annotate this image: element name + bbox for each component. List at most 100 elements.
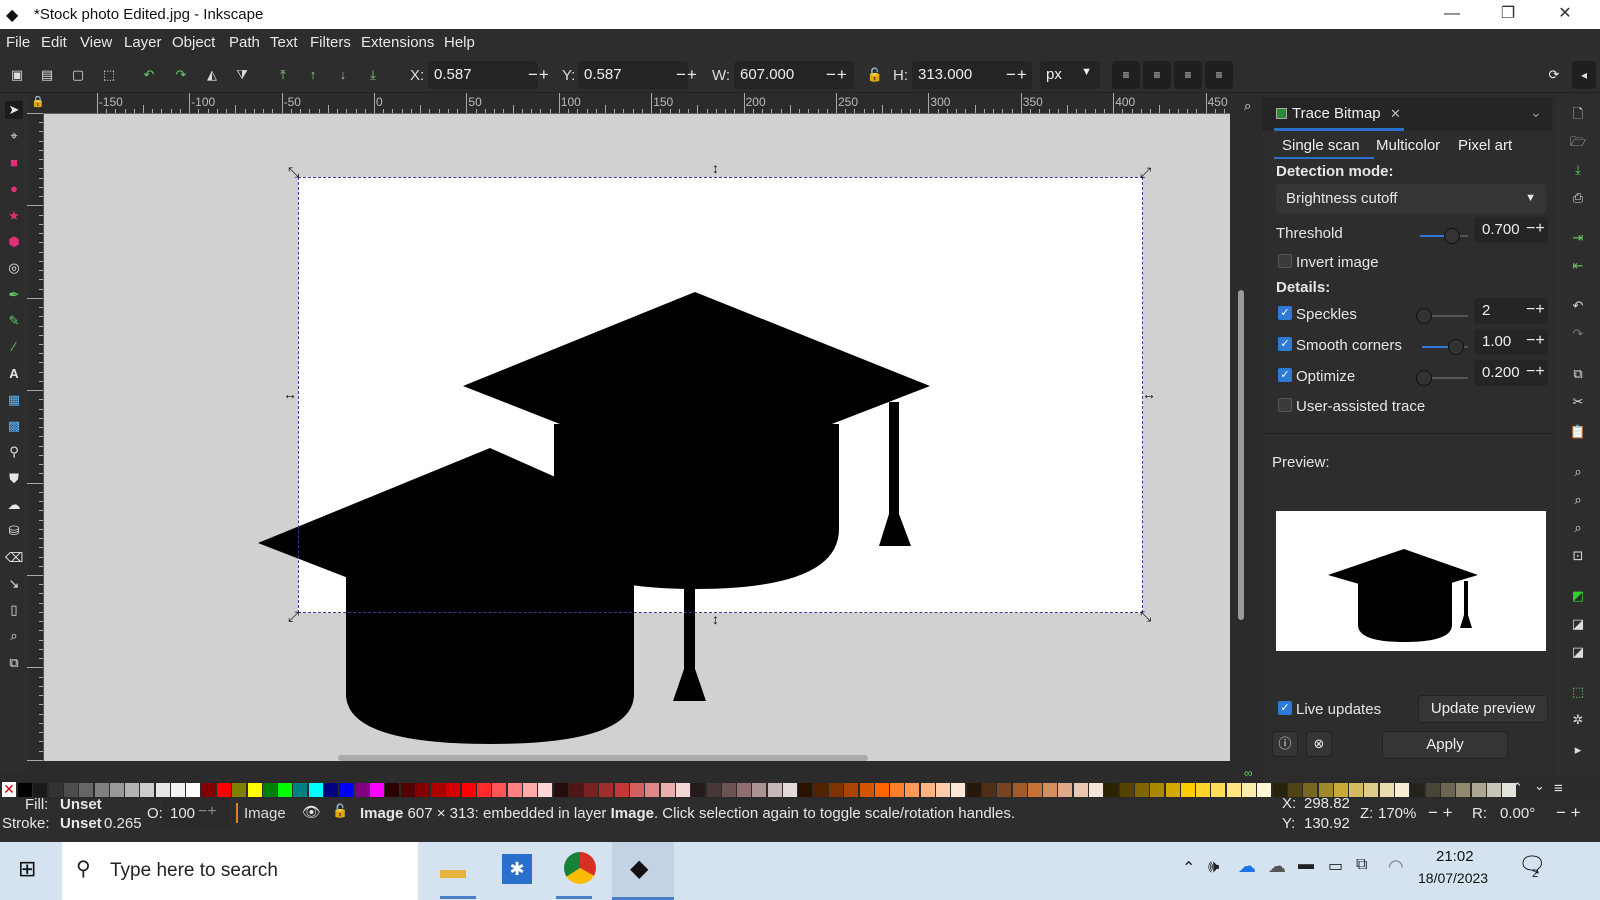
color-swatch[interactable] [293,783,308,797]
zoom-tool-icon[interactable]: ⌕ [5,627,23,645]
snap-toggle-icon[interactable]: ⟳ [1545,66,1563,84]
restore-button[interactable]: ❐ [1480,0,1536,29]
horizontal-scrollbar[interactable] [338,755,868,761]
opacity-input[interactable]: 100 −+ [162,799,230,829]
lower-icon[interactable]: ↓ [334,66,352,84]
raise-icon[interactable]: ↑ [304,66,322,84]
threshold-input[interactable]: 0.700 −+ [1474,217,1548,243]
smooth-corners-checkbox[interactable]: ✓ [1278,337,1292,351]
color-swatch[interactable] [94,783,109,797]
transform-patterns-button[interactable]: ≡ [1205,61,1233,89]
clock-date[interactable]: 18/07/2023 [1418,870,1488,886]
color-swatch[interactable] [171,783,185,797]
color-swatch[interactable] [400,783,415,797]
more-commands-icon[interactable]: ▸ [1569,741,1587,759]
color-swatch[interactable] [752,783,767,797]
color-manage-icon[interactable]: ∞ [1244,766,1253,780]
color-swatch[interactable] [1165,783,1180,797]
chevron-down-icon[interactable]: ⌄ [1530,104,1542,121]
menu-edit[interactable]: Edit [41,34,67,51]
color-swatch[interactable] [369,783,384,797]
lock-guides-icon[interactable]: 🔒 [28,93,45,113]
transform-gradients-button[interactable]: ≡ [1174,61,1202,89]
onedrive-personal-icon[interactable]: ☁ [1268,856,1286,877]
color-swatch[interactable] [18,783,32,797]
new-document-icon[interactable]: 🗋 [1569,105,1587,123]
color-swatch[interactable] [691,783,706,797]
speckles-checkbox[interactable]: ✓ [1278,306,1292,320]
color-swatch[interactable] [109,783,124,797]
color-swatch[interactable] [798,783,813,797]
color-swatch[interactable] [828,783,843,797]
color-swatch[interactable] [125,783,140,797]
color-swatch[interactable] [324,783,338,797]
slack-icon[interactable]: ✱ [502,854,532,884]
group-icon[interactable]: ⬚ [1569,683,1587,701]
color-swatch[interactable] [1242,783,1256,797]
threshold-stepper[interactable]: −+ [1526,220,1545,238]
rectangle-tool-icon[interactable]: ■ [5,154,23,172]
vertical-scrollbar[interactable] [1238,290,1244,620]
color-swatch[interactable] [216,783,231,797]
x-stepper[interactable]: −+ [528,65,550,85]
color-swatch[interactable] [645,783,660,797]
invert-image-checkbox[interactable] [1278,254,1292,268]
deselect-icon[interactable]: ▢ [69,66,87,84]
color-swatch[interactable] [675,783,690,797]
color-swatch[interactable] [599,783,614,797]
stroke-value[interactable]: Unset [60,815,102,832]
color-swatch[interactable] [1226,783,1241,797]
color-swatch[interactable] [477,783,491,797]
windows-start-icon[interactable]: ⊞ [18,856,36,882]
scale-handle-top-left[interactable]: ⤡ [288,164,299,181]
color-swatch[interactable] [1196,783,1211,797]
color-swatch[interactable] [308,783,323,797]
color-swatch[interactable] [630,783,644,797]
color-swatch[interactable] [201,783,216,797]
user-assisted-trace-checkbox[interactable] [1278,398,1292,412]
menu-view[interactable]: View [80,34,112,51]
node-tool-icon[interactable]: ⌖ [5,127,23,145]
color-swatch[interactable] [232,783,247,797]
tab-multicolor[interactable]: Multicolor [1376,137,1440,154]
color-swatch[interactable] [1379,783,1394,797]
mesh-tool-icon[interactable]: ▩ [5,417,23,435]
palette-scroll-down-icon[interactable]: ⌄ [1534,778,1545,794]
measure-tool-icon[interactable]: ⧉ [5,654,23,672]
threshold-slider-knob[interactable] [1444,228,1460,244]
export-icon[interactable]: ⇤ [1569,257,1587,275]
star-tool-icon[interactable]: ★ [5,207,23,225]
print-icon[interactable]: ⎙ [1569,189,1587,207]
unit-select[interactable]: px ▼ [1040,61,1100,89]
zoom-center-icon[interactable]: ⊡ [1569,547,1587,565]
connector-tool-icon[interactable]: ↘ [5,575,23,593]
color-swatch[interactable] [813,783,828,797]
color-swatch[interactable] [1058,783,1073,797]
color-swatch[interactable] [492,783,507,797]
menu-file[interactable]: File [6,34,30,51]
pages-tool-icon[interactable]: ▯ [5,601,23,619]
color-swatch[interactable] [859,783,874,797]
spray-tool-icon[interactable]: ⛁ [5,522,23,540]
undo-icon[interactable]: ↶ [1569,297,1587,315]
color-swatch[interactable] [1089,783,1103,797]
color-swatch[interactable] [1425,783,1440,797]
color-swatch[interactable] [905,783,920,797]
apply-button[interactable]: Apply [1382,731,1508,759]
color-swatch[interactable] [140,783,155,797]
update-preview-button[interactable]: Update preview [1418,695,1548,723]
x-input[interactable]: 0.587 [428,61,538,89]
color-swatch[interactable] [1257,783,1272,797]
color-swatch[interactable] [1486,783,1501,797]
color-swatch[interactable] [1180,783,1195,797]
live-updates-checkbox[interactable]: ✓ [1278,701,1292,715]
color-swatch[interactable] [783,783,797,797]
menu-filters[interactable]: Filters [310,34,351,51]
tweak-tool-icon[interactable]: ☁ [5,496,23,514]
color-swatch[interactable] [522,783,537,797]
volume-icon[interactable]: 🕪 [1208,856,1219,877]
color-swatch[interactable] [997,783,1012,797]
color-swatch[interactable] [721,783,736,797]
w-stepper[interactable]: −+ [826,65,848,85]
calligraphy-tool-icon[interactable]: ∕ [5,338,23,356]
